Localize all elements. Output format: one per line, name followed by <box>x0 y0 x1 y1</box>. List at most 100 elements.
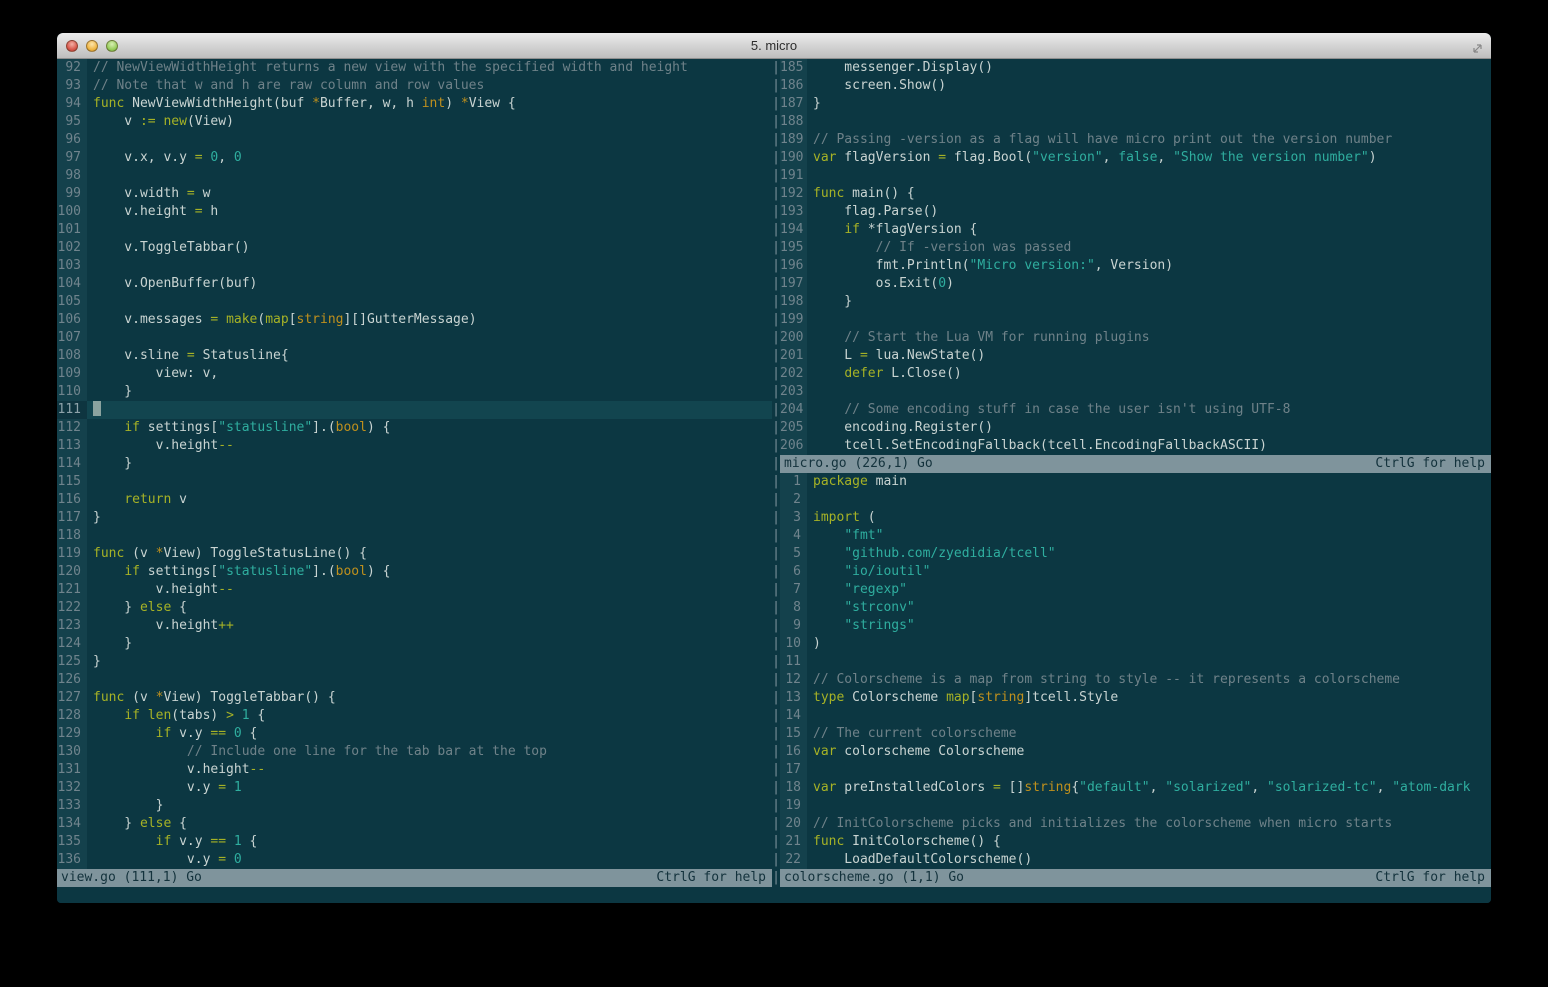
line-number: 93 <box>57 77 87 95</box>
line-number: 193 <box>780 203 807 221</box>
line-number: 22 <box>780 851 807 869</box>
line-number: 100 <box>57 203 87 221</box>
code-area-view-go[interactable]: 92// NewViewWidthHeight returns a new vi… <box>57 59 772 869</box>
code-line: 124 } <box>57 635 772 653</box>
code-line: 189// Passing -version as a flag will ha… <box>780 131 1491 149</box>
code-line: 103 <box>57 257 772 275</box>
line-number: 136 <box>57 851 87 869</box>
close-icon[interactable] <box>66 40 78 52</box>
line-number: 199 <box>780 311 807 329</box>
code-line: 12// Colorscheme is a map from string to… <box>780 671 1491 689</box>
statusbar-colorscheme-go: colorscheme.go (1,1) Go CtrlG for help <box>780 869 1491 887</box>
line-number: 8 <box>780 599 807 617</box>
code-line: 18var preInstalledColors = []string{"def… <box>780 779 1491 797</box>
code-line: 4 "fmt" <box>780 527 1491 545</box>
line-number: 127 <box>57 689 87 707</box>
line-number: 130 <box>57 743 87 761</box>
vertical-split-divider[interactable]: ||||||||||||||||||||||||||||||||||||||||… <box>772 59 780 887</box>
line-number: 17 <box>780 761 807 779</box>
code-line: 7 "regexp" <box>780 581 1491 599</box>
line-number: 99 <box>57 185 87 203</box>
code-line: 16var colorscheme Colorscheme <box>780 743 1491 761</box>
zoom-icon[interactable] <box>106 40 118 52</box>
line-number: 206 <box>780 437 807 455</box>
code-line: 94func NewViewWidthHeight(buf *Buffer, w… <box>57 95 772 113</box>
code-line: 203 <box>780 383 1491 401</box>
line-number: 122 <box>57 599 87 617</box>
line-number: 200 <box>780 329 807 347</box>
code-line: 15// The current colorscheme <box>780 725 1491 743</box>
code-line: 106 v.messages = make(map[string][]Gutte… <box>57 311 772 329</box>
line-number: 204 <box>780 401 807 419</box>
code-line: 17 <box>780 761 1491 779</box>
line-number: 103 <box>57 257 87 275</box>
code-line: 122 } else { <box>57 599 772 617</box>
code-line: 99 v.width = w <box>57 185 772 203</box>
line-number: 108 <box>57 347 87 365</box>
code-line: 196 fmt.Println("Micro version:", Versio… <box>780 257 1491 275</box>
code-line: 9 "strings" <box>780 617 1491 635</box>
line-number: 92 <box>57 59 87 77</box>
line-number: 111 <box>57 401 87 419</box>
line-number: 196 <box>780 257 807 275</box>
code-line: 105 <box>57 293 772 311</box>
code-line: 100 v.height = h <box>57 203 772 221</box>
line-number: 205 <box>780 419 807 437</box>
status-file-info: colorscheme.go (1,1) Go <box>784 869 964 887</box>
code-line: 104 v.OpenBuffer(buf) <box>57 275 772 293</box>
line-number: 5 <box>780 545 807 563</box>
title-bar[interactable]: 5. micro <box>57 33 1491 59</box>
code-line: 116 return v <box>57 491 772 509</box>
code-line: 198 } <box>780 293 1491 311</box>
code-line: 132 v.y = 1 <box>57 779 772 797</box>
code-line: 126 <box>57 671 772 689</box>
line-number: 3 <box>780 509 807 527</box>
line-number: 117 <box>57 509 87 527</box>
line-number: 112 <box>57 419 87 437</box>
line-number: 129 <box>57 725 87 743</box>
code-line: 92// NewViewWidthHeight returns a new vi… <box>57 59 772 77</box>
code-line: 195 // If -version was passed <box>780 239 1491 257</box>
code-area-colorscheme-go[interactable]: 1package main23import (4 "fmt"5 "github.… <box>780 473 1491 869</box>
code-line: 191 <box>780 167 1491 185</box>
line-number: 185 <box>780 59 807 77</box>
terminal-window: 5. micro 92// NewViewWidthHeight returns… <box>57 33 1491 903</box>
status-help-hint: CtrlG for help <box>1375 869 1485 887</box>
code-line: 111 <box>57 401 772 419</box>
line-number: 6 <box>780 563 807 581</box>
code-line: 112 if settings["statusline"].(bool) { <box>57 419 772 437</box>
window-title: 5. micro <box>751 38 797 53</box>
line-number: 95 <box>57 113 87 131</box>
code-line: 14 <box>780 707 1491 725</box>
code-line: 110 } <box>57 383 772 401</box>
line-number: 21 <box>780 833 807 851</box>
code-line: 135 if v.y == 1 { <box>57 833 772 851</box>
resize-icon[interactable] <box>1471 40 1484 59</box>
code-line: 11 <box>780 653 1491 671</box>
code-area-micro-go[interactable]: 185 messenger.Display()186 screen.Show()… <box>780 59 1491 455</box>
line-number: 202 <box>780 365 807 383</box>
code-line: 206 tcell.SetEncodingFallback(tcell.Enco… <box>780 437 1491 455</box>
line-number: 115 <box>57 473 87 491</box>
code-line: 97 v.x, v.y = 0, 0 <box>57 149 772 167</box>
code-line: 120 if settings["statusline"].(bool) { <box>57 563 772 581</box>
code-line: 108 v.sline = Statusline{ <box>57 347 772 365</box>
line-number: 128 <box>57 707 87 725</box>
code-line: 113 v.height-- <box>57 437 772 455</box>
code-line: 117} <box>57 509 772 527</box>
code-line: 136 v.y = 0 <box>57 851 772 869</box>
code-line: 188 <box>780 113 1491 131</box>
command-line[interactable] <box>57 887 1491 903</box>
minimize-icon[interactable] <box>86 40 98 52</box>
line-number: 114 <box>57 455 87 473</box>
code-line: 187} <box>780 95 1491 113</box>
code-line: 3import ( <box>780 509 1491 527</box>
line-number: 120 <box>57 563 87 581</box>
code-line: 107 <box>57 329 772 347</box>
code-line: 121 v.height-- <box>57 581 772 599</box>
line-number: 203 <box>780 383 807 401</box>
line-number: 187 <box>780 95 807 113</box>
code-line: 129 if v.y == 0 { <box>57 725 772 743</box>
code-line: 1package main <box>780 473 1491 491</box>
code-line: 201 L = lua.NewState() <box>780 347 1491 365</box>
